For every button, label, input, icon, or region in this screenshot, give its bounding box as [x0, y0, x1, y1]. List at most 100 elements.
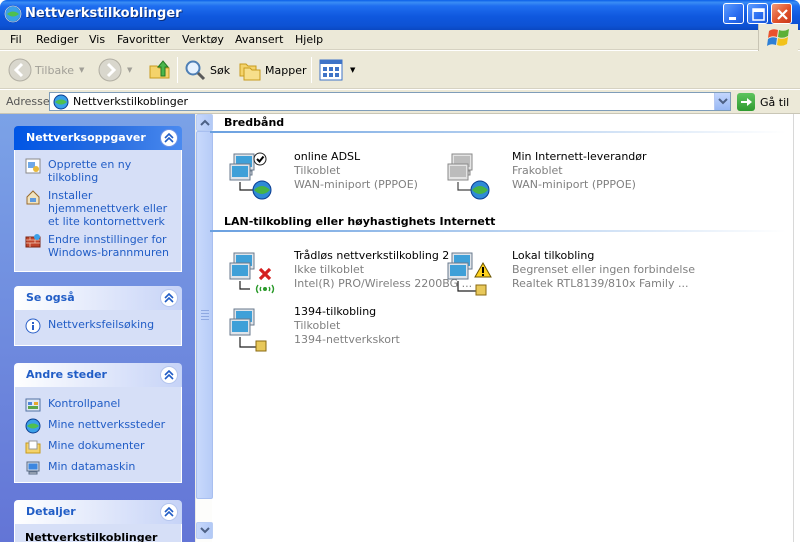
lan-warning-icon: [447, 252, 492, 296]
collapse-button[interactable]: [160, 129, 178, 147]
network-connections-icon: [53, 94, 69, 110]
task-label: Mine dokumenter: [48, 439, 145, 452]
network-tasks-panel: Nettverksoppgaver Opprette en ny tilkobl…: [14, 126, 182, 272]
task-label: Installer hjemmenettverk eller et lite k…: [48, 189, 168, 228]
task-network-troubleshooting[interactable]: Nettverksfeilsøking: [25, 318, 177, 334]
place-control-panel[interactable]: Kontrollpanel: [25, 397, 177, 413]
menu-edit[interactable]: Rediger: [34, 32, 80, 47]
menu-view[interactable]: Vis: [87, 32, 107, 47]
address-bar: Adresse Nettverkstilkoblinger Gå til: [0, 90, 800, 114]
connection-name: Lokal tilkobling: [512, 249, 595, 262]
place-my-computer[interactable]: Min datamaskin: [25, 460, 177, 476]
connection-online-adsl[interactable]: online ADSL Tilkoblet WAN-miniport (PPPO…: [224, 148, 438, 204]
connection-name: online ADSL: [294, 150, 361, 163]
menu-file[interactable]: Fil: [8, 32, 24, 47]
control-panel-icon: [25, 398, 41, 412]
task-label: Kontrollpanel: [48, 397, 121, 410]
collapse-button[interactable]: [160, 289, 178, 307]
connection-status: Ikke tilkoblet: [294, 263, 365, 276]
title-bar[interactable]: Nettverkstilkoblinger: [0, 0, 800, 30]
connection-status: Tilkoblet: [294, 319, 341, 332]
chevron-up-double-icon: [164, 133, 174, 143]
forward-dropdown-icon[interactable]: ▼: [127, 66, 132, 74]
see-also-header[interactable]: Se også: [14, 286, 182, 310]
see-also-panel: Se også Nettverksfeilsøking: [14, 286, 182, 346]
folders-button[interactable]: Mapper: [238, 56, 307, 84]
collapse-button[interactable]: [160, 503, 178, 521]
network-tasks-body: Opprette en ny tilkobling Installer hjem…: [14, 150, 182, 272]
place-network-places[interactable]: Mine nettverkssteder: [25, 418, 177, 434]
my-computer-icon: [26, 461, 40, 475]
forward-arrow-icon: [98, 58, 122, 82]
chevron-down-icon: [200, 527, 210, 534]
menu-favorites[interactable]: Favoritter: [115, 32, 172, 47]
address-field[interactable]: Nettverkstilkoblinger: [49, 92, 731, 111]
connection-status: Frakoblet: [512, 164, 563, 177]
minimize-button[interactable]: [723, 3, 744, 24]
wireless-connection-icon: [229, 252, 275, 294]
back-dropdown-icon[interactable]: ▼: [79, 66, 84, 74]
connections-view: Bredbånd online ADSL Tilkoblet WAN-minip…: [210, 114, 790, 542]
other-places-body: Kontrollpanel Mine nettverkssteder Mine …: [14, 387, 182, 483]
menu-help[interactable]: Hjelp: [293, 32, 325, 47]
lan-connection-icon: [229, 308, 267, 352]
up-folder-button[interactable]: [148, 56, 172, 84]
search-icon: [185, 60, 206, 81]
other-places-title: Andre steder: [26, 368, 107, 381]
connection-isp[interactable]: Min Internett-leverandør Frakoblet WAN-m…: [442, 148, 656, 204]
folders-label: Mapper: [265, 63, 307, 77]
connection-wireless[interactable]: Trådløs nettverkstilkobling 2 Ikke tilko…: [224, 247, 472, 303]
toolbar-separator: [311, 57, 312, 83]
connection-device: WAN-miniport (PPPOE): [294, 178, 418, 191]
home-network-icon: [26, 190, 40, 205]
close-button[interactable]: [771, 3, 792, 24]
group-header-lan: LAN-tilkobling eller høyhastighets Inter…: [224, 215, 496, 228]
connection-status: Tilkoblet: [294, 164, 341, 177]
network-connections-icon: [4, 5, 22, 23]
connection-name: Min Internett-leverandør: [512, 150, 647, 163]
collapse-button[interactable]: [160, 366, 178, 384]
search-label: Søk: [210, 63, 231, 77]
group-divider: [210, 230, 786, 232]
connection-device: Realtek RTL8139/810x Family ...: [512, 277, 689, 290]
close-icon: [777, 9, 788, 20]
menu-tools[interactable]: Verktøy: [180, 32, 226, 47]
info-icon: [25, 318, 41, 334]
address-label: Adresse: [6, 95, 50, 108]
task-label: Opprette en ny tilkobling: [48, 158, 132, 184]
views-dropdown-icon[interactable]: ▼: [350, 66, 355, 74]
details-title: Detaljer: [26, 505, 76, 518]
menu-advanced[interactable]: Avansert: [233, 32, 285, 47]
address-dropdown-button[interactable]: [714, 93, 730, 110]
back-button[interactable]: Tilbake ▼: [8, 56, 84, 84]
network-places-icon: [25, 418, 41, 434]
go-button[interactable]: Gå til: [737, 93, 789, 111]
window-title: Nettverkstilkoblinger: [25, 6, 182, 21]
connection-device: WAN-miniport (PPPOE): [512, 178, 636, 191]
search-button[interactable]: Søk: [183, 56, 230, 84]
task-label: Nettverksfeilsøking: [48, 318, 155, 331]
connection-status: Begrenset eller ingen forbindelse: [512, 263, 695, 276]
broadband-disconnected-icon: [447, 153, 490, 200]
network-tasks-title: Nettverksoppgaver: [26, 131, 146, 144]
connection-local[interactable]: Lokal tilkobling Begrenset eller ingen f…: [442, 247, 695, 303]
details-header[interactable]: Detaljer: [14, 500, 182, 524]
see-also-body: Nettverksfeilsøking: [14, 310, 182, 346]
task-home-network[interactable]: Installer hjemmenettverk eller et lite k…: [25, 189, 177, 228]
place-my-documents[interactable]: Mine dokumenter: [25, 439, 177, 455]
views-button[interactable]: ▼: [319, 56, 355, 84]
group-header-broadband: Bredbånd: [224, 116, 285, 129]
toolbar-separator: [177, 57, 178, 83]
minimize-icon: [729, 17, 736, 20]
chevron-up-double-icon: [164, 370, 174, 380]
task-new-connection[interactable]: Opprette en ny tilkobling: [25, 158, 177, 184]
connection-1394[interactable]: 1394-tilkobling Tilkoblet 1394-nettverks…: [224, 303, 438, 359]
details-body: Nettverkstilkoblinger: [14, 524, 182, 542]
firewall-icon: [25, 234, 41, 248]
forward-button[interactable]: ▼: [98, 56, 132, 84]
task-firewall[interactable]: Endre innstillinger for Windows-brannmur…: [25, 233, 177, 259]
task-label: Mine nettverkssteder: [48, 418, 166, 431]
other-places-header[interactable]: Andre steder: [14, 363, 182, 387]
network-tasks-header[interactable]: Nettverksoppgaver: [14, 126, 182, 150]
maximize-button[interactable]: [747, 3, 768, 24]
